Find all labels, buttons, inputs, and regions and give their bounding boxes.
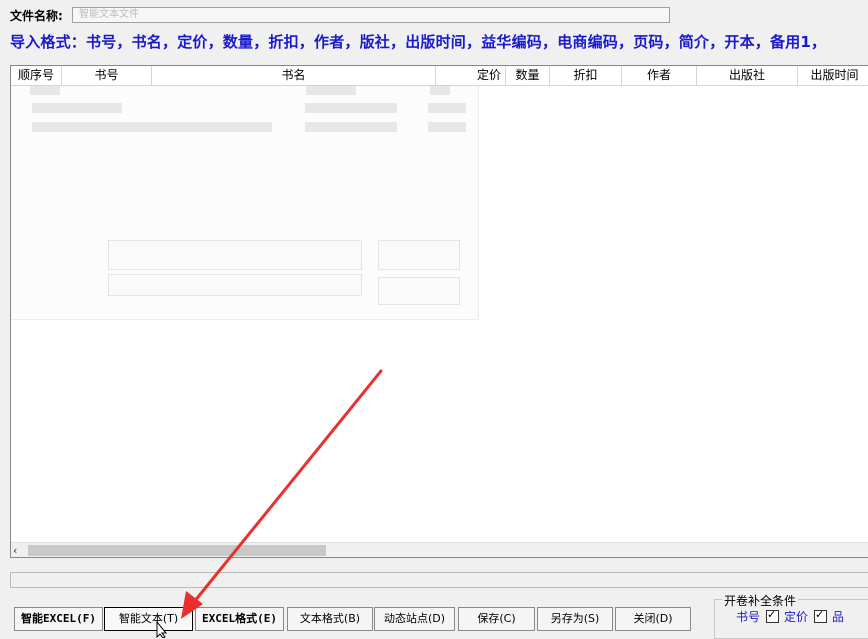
red-arrow-line [192,369,383,604]
mouse-cursor-icon [156,620,168,638]
annotation-overlay [156,369,383,638]
